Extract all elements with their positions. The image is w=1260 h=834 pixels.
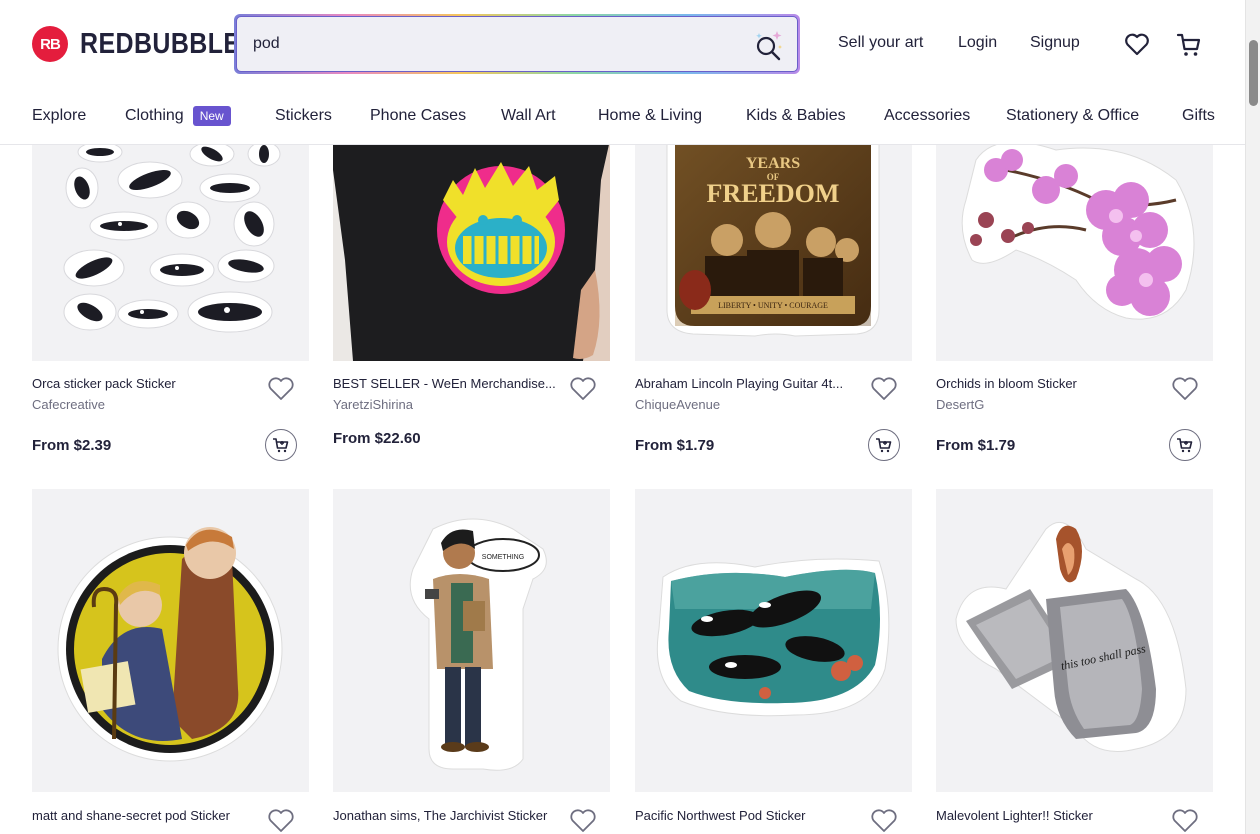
heart-icon[interactable] xyxy=(1123,30,1151,58)
category-label: Home & Living xyxy=(598,107,703,124)
matt-shane-sticker-image xyxy=(57,527,283,762)
add-to-cart-button[interactable] xyxy=(265,429,297,461)
artwork-text: YEARS xyxy=(746,155,800,172)
category-home-living[interactable]: Home & Living xyxy=(598,107,746,125)
heart-icon[interactable] xyxy=(569,376,597,402)
search-bar xyxy=(234,14,800,74)
ween-shirt-image xyxy=(333,140,610,361)
product-title[interactable]: BEST SELLER - WeEn Merchandise... xyxy=(333,376,558,391)
logo-mark-icon: RB xyxy=(32,26,68,62)
heart-icon[interactable] xyxy=(569,808,597,834)
add-to-cart-button[interactable] xyxy=(868,429,900,461)
category-stationery-office[interactable]: Stationery & Office xyxy=(1006,107,1182,125)
jarchivist-sticker-image: SOMETHING xyxy=(409,518,547,771)
category-label: Stickers xyxy=(275,107,332,124)
logo-text: REDBUBBLE xyxy=(80,27,241,60)
cart-icon[interactable] xyxy=(1175,30,1203,58)
product-artist[interactable]: YaretziShirina xyxy=(333,397,413,412)
product-price: From $22.60 xyxy=(333,430,421,447)
category-accessories[interactable]: Accessories xyxy=(884,107,1006,125)
category-label: Gifts xyxy=(1182,107,1215,124)
signup-link[interactable]: Signup xyxy=(1030,34,1080,52)
product-title[interactable]: matt and shane-secret pod Sticker xyxy=(32,808,257,823)
category-label: Stationery & Office xyxy=(1006,107,1140,124)
category-clothing[interactable]: Clothing New xyxy=(125,106,275,126)
category-gifts[interactable]: Gifts xyxy=(1182,107,1215,125)
sell-your-art-link[interactable]: Sell your art xyxy=(838,34,923,52)
product-price: From $1.79 xyxy=(936,437,1016,454)
category-wall-art[interactable]: Wall Art xyxy=(501,107,598,125)
heart-icon[interactable] xyxy=(870,376,898,402)
malevolent-lighter-image: this too shall pass xyxy=(955,521,1187,752)
artwork-text: SOMETHING xyxy=(482,554,524,561)
product-image[interactable] xyxy=(32,140,309,361)
product-image[interactable] xyxy=(936,140,1213,361)
category-label: Wall Art xyxy=(501,107,556,124)
product-artist[interactable]: Cafecreative xyxy=(32,397,105,412)
product-image[interactable] xyxy=(635,489,912,792)
product-image[interactable]: this too shall pass xyxy=(936,489,1213,792)
product-artist[interactable]: DesertG xyxy=(936,397,984,412)
add-to-cart-icon xyxy=(876,438,892,453)
product-image[interactable] xyxy=(32,489,309,792)
category-nav: Explore Clothing New Stickers Phone Cases… xyxy=(32,106,1215,126)
redbubble-logo[interactable]: RB REDBUBBLE xyxy=(32,26,267,62)
product-price: From $1.79 xyxy=(635,437,715,454)
category-kids-babies[interactable]: Kids & Babies xyxy=(746,107,884,125)
product-title[interactable]: Orca sticker pack Sticker xyxy=(32,376,257,391)
heart-icon[interactable] xyxy=(1171,808,1199,834)
category-phone-cases[interactable]: Phone Cases xyxy=(370,107,501,125)
artwork-text: LIBERTY • UNITY • COURAGE xyxy=(718,301,828,310)
add-to-cart-icon xyxy=(1177,438,1193,453)
category-label: Phone Cases xyxy=(370,107,467,124)
login-link[interactable]: Login xyxy=(958,34,997,52)
product-title[interactable]: Pacific Northwest Pod Sticker xyxy=(635,808,860,823)
freedom-sticker-image: YEARS OF FREEDOM LIBERTY • UNITY • COURA… xyxy=(666,140,880,337)
add-to-cart-button[interactable] xyxy=(1169,429,1201,461)
category-explore[interactable]: Explore xyxy=(32,107,125,125)
heart-icon[interactable] xyxy=(267,376,295,402)
category-stickers[interactable]: Stickers xyxy=(275,107,370,125)
heart-icon[interactable] xyxy=(1171,376,1199,402)
scrollbar-thumb[interactable] xyxy=(1249,40,1258,106)
orca-sticker-pack-image xyxy=(63,141,281,333)
category-label: Clothing xyxy=(125,107,184,124)
page-scrollbar[interactable] xyxy=(1245,0,1260,834)
orchids-sticker-image xyxy=(961,141,1195,320)
pacific-northwest-pod-image xyxy=(656,558,890,717)
sparkle-search-icon[interactable] xyxy=(753,29,783,61)
search-input[interactable] xyxy=(253,35,733,53)
artwork-text: FREEDOM xyxy=(707,179,840,208)
product-title[interactable]: Orchids in bloom Sticker xyxy=(936,376,1161,391)
product-image[interactable]: SOMETHING xyxy=(333,489,610,792)
new-badge: New xyxy=(192,106,231,126)
product-image[interactable] xyxy=(333,140,610,361)
site-header: RB REDBUBBLE Sell your art Login Signup … xyxy=(0,0,1245,145)
product-title[interactable]: Jonathan sims, The Jarchivist Sticker xyxy=(333,808,558,823)
category-label: Kids & Babies xyxy=(746,107,846,124)
heart-icon[interactable] xyxy=(267,808,295,834)
category-label: Accessories xyxy=(884,107,971,124)
category-label: Explore xyxy=(32,107,87,124)
add-to-cart-icon xyxy=(273,438,289,453)
product-title[interactable]: Malevolent Lighter!! Sticker xyxy=(936,808,1161,823)
product-artist[interactable]: ChiqueAvenue xyxy=(635,397,720,412)
product-price: From $2.39 xyxy=(32,437,112,454)
product-title[interactable]: Abraham Lincoln Playing Guitar 4t... xyxy=(635,376,860,391)
product-image[interactable]: YEARS OF FREEDOM LIBERTY • UNITY • COURA… xyxy=(635,140,912,361)
heart-icon[interactable] xyxy=(870,808,898,834)
